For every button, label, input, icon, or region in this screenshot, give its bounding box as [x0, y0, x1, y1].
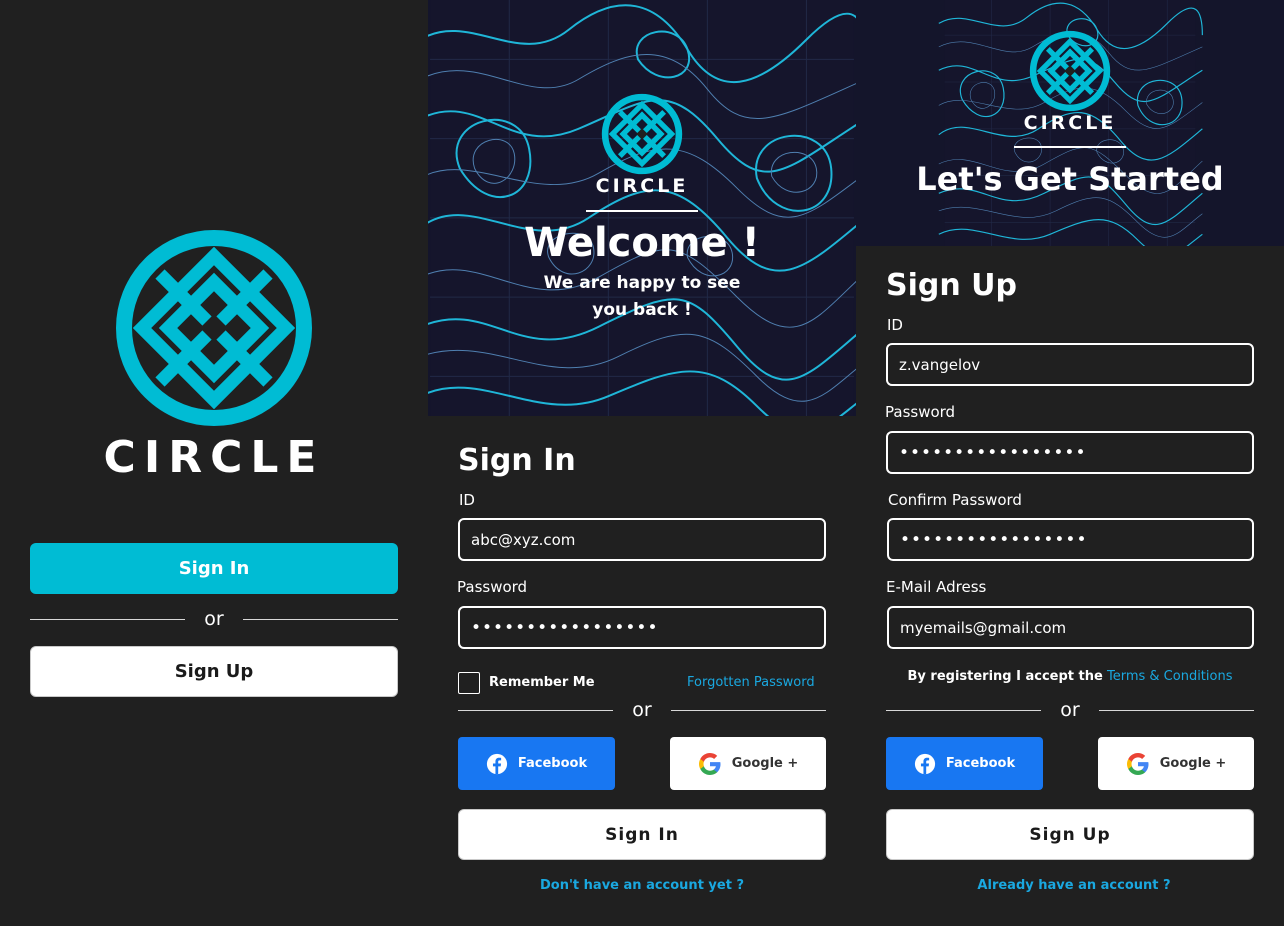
google-login-button[interactable]: Google + [670, 737, 826, 790]
sign-up-submit-button[interactable]: Sign Up [886, 809, 1254, 860]
facebook-signup-button[interactable]: Facebook [886, 737, 1043, 790]
form-title: Sign In [458, 443, 576, 478]
circle-logo-icon [601, 93, 683, 175]
form-title: Sign Up [886, 268, 1018, 303]
google-label: Google + [1159, 756, 1227, 771]
topographic-background [428, 0, 856, 416]
signup-panel: CIRCLE Let's Get Started Sign Up ID Pass… [856, 0, 1284, 926]
create-account-link[interactable]: Don't have an account yet ? [428, 878, 856, 893]
divider-line [30, 618, 185, 620]
divider-line [1099, 709, 1254, 711]
sign-in-button[interactable]: Sign In [30, 543, 398, 594]
password-label: Password [885, 403, 956, 421]
hero-title: Welcome ! [524, 220, 760, 266]
hero-divider [586, 210, 698, 212]
remember-me-checkbox[interactable] [458, 672, 480, 694]
google-label: Google + [731, 756, 799, 771]
or-divider: or [886, 700, 1254, 720]
password-label: Password [457, 578, 528, 596]
divider-line [671, 709, 826, 711]
terms-prefix: By registering I accept the [907, 669, 1103, 684]
id-input[interactable] [886, 343, 1254, 386]
sign-up-button[interactable]: Sign Up [30, 646, 398, 697]
id-label: ID [887, 316, 903, 334]
facebook-login-button[interactable]: Facebook [458, 737, 615, 790]
circle-logo-icon [1029, 30, 1111, 112]
remember-me-label: Remember Me [489, 675, 595, 690]
or-divider: or [30, 609, 398, 629]
signin-panel: CIRCLE Welcome ! We are happy to see you… [428, 0, 856, 926]
google-icon [698, 752, 722, 776]
get-started-hero: CIRCLE Let's Get Started [856, 0, 1284, 246]
divider-line [458, 709, 613, 711]
or-label: or [632, 699, 652, 721]
password-input[interactable] [886, 431, 1254, 474]
hero-title: Let's Get Started [916, 160, 1224, 198]
divider-line [886, 709, 1041, 711]
forgot-password-link[interactable]: Forgotten Password [687, 675, 815, 690]
hero-subtitle-line2: you back ! [592, 300, 692, 320]
or-divider: or [458, 700, 826, 720]
brand-wordmark: CIRCLE [595, 175, 689, 197]
splash-panel: CIRCLE Sign In or Sign Up [0, 0, 428, 926]
id-input[interactable] [458, 518, 826, 561]
or-label: or [204, 608, 224, 630]
login-link[interactable]: Already have an account ? [860, 878, 1284, 893]
terms-row: By registering I accept the Terms & Cond… [856, 669, 1284, 684]
google-icon [1126, 752, 1150, 776]
email-label: E-Mail Adress [886, 578, 987, 596]
terms-link[interactable]: Terms & Conditions [1107, 669, 1233, 684]
password-input[interactable] [458, 606, 826, 649]
google-signup-button[interactable]: Google + [1098, 737, 1254, 790]
sign-in-submit-button[interactable]: Sign In [458, 809, 826, 860]
confirm-password-input[interactable] [887, 518, 1254, 561]
id-label: ID [459, 491, 475, 509]
confirm-password-label: Confirm Password [888, 491, 1022, 509]
welcome-hero: CIRCLE Welcome ! We are happy to see you… [428, 0, 856, 416]
brand-wordmark: CIRCLE [103, 432, 325, 483]
facebook-label: Facebook [517, 756, 588, 771]
facebook-icon [486, 753, 508, 775]
divider-line [243, 618, 398, 620]
facebook-icon [914, 753, 936, 775]
circle-logo-icon [114, 228, 314, 428]
brand-wordmark: CIRCLE [1023, 112, 1117, 134]
hero-subtitle-line1: We are happy to see [543, 273, 741, 293]
email-input[interactable] [887, 606, 1254, 649]
or-label: or [1060, 699, 1080, 721]
hero-divider [1014, 146, 1126, 148]
facebook-label: Facebook [945, 756, 1016, 771]
